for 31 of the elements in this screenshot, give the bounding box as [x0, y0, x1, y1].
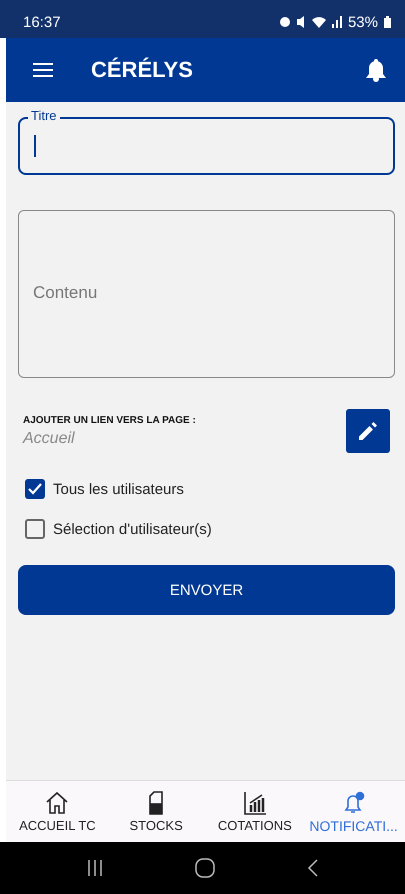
battery-icon — [384, 16, 391, 28]
text-cursor — [34, 135, 36, 157]
back-icon[interactable] — [307, 858, 320, 878]
wifi-icon — [312, 16, 326, 28]
battery-level: 53% — [348, 14, 378, 30]
nav-tab[interactable]: STOCKS — [106, 781, 206, 842]
link-value: Accueil — [23, 430, 76, 448]
pencil-icon — [356, 419, 380, 443]
menu-icon[interactable] — [33, 62, 53, 78]
checkbox-label: Tous les utilisateurs — [53, 480, 184, 498]
bell-icon[interactable] — [365, 58, 387, 82]
edit-button[interactable] — [346, 409, 390, 453]
nav-tab[interactable]: COTATIONS — [206, 781, 304, 842]
signal-icon — [332, 16, 342, 28]
clock: 16:37 — [23, 14, 61, 30]
content-field[interactable]: Contenu — [18, 210, 395, 378]
house-icon — [44, 790, 70, 816]
recent-apps-icon[interactable] — [86, 859, 104, 877]
check-icon — [28, 483, 42, 495]
home-icon[interactable] — [195, 858, 216, 878]
mute-icon — [296, 16, 306, 28]
app-title: CÉRÉLYS — [91, 57, 194, 83]
checkbox-label: Sélection d'utilisateur(s) — [53, 520, 212, 538]
nav-tab[interactable]: ACCUEIL TC — [8, 781, 107, 842]
checkbox[interactable] — [25, 479, 45, 499]
link-label: AJOUTER UN LIEN VERS LA PAGE : — [23, 414, 196, 426]
send-button[interactable]: ENVOYER — [18, 565, 395, 615]
nav-tab[interactable]: NOTIFICATI... — [304, 781, 403, 842]
checkbox[interactable] — [25, 519, 45, 539]
title-field[interactable]: Titre — [18, 108, 395, 175]
bar-chart-icon — [242, 790, 268, 816]
